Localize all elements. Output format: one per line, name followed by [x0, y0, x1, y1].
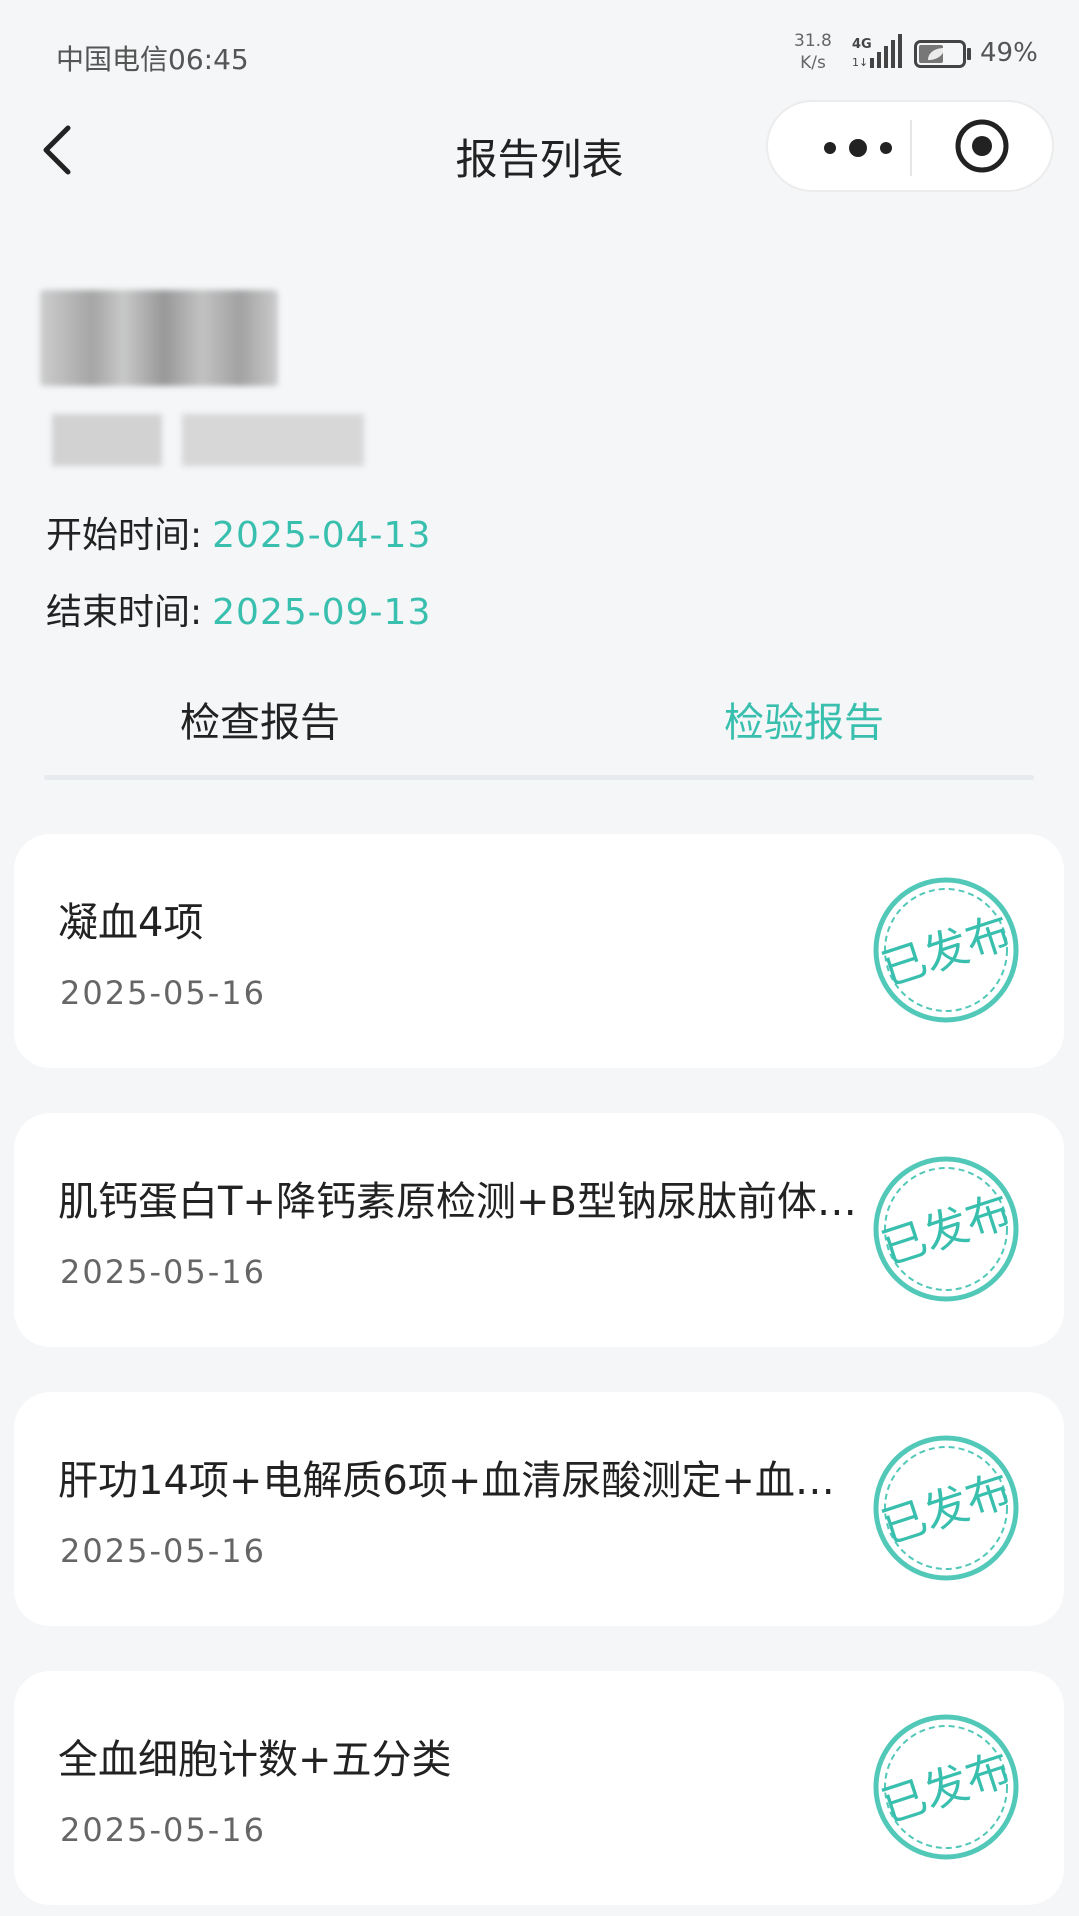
net-speed-value: 31.8: [794, 31, 832, 51]
report-name: 肌钙蛋白T+降钙素原检测+B型钠尿肽前体测定: [58, 1179, 858, 1225]
mini-program-capsule: [766, 100, 1054, 192]
network-type: 4G: [852, 37, 872, 52]
battery-percent: 49%: [980, 38, 1038, 68]
published-stamp-icon: 已发布: [873, 1435, 1019, 1581]
report-date: 2025-05-16: [60, 1532, 266, 1570]
target-icon[interactable]: [952, 116, 1012, 176]
patient-info-redacted: [28, 284, 508, 514]
status-text: 已发布: [876, 1744, 1017, 1833]
tab-lab-report[interactable]: 检验报告: [724, 690, 884, 748]
status-text: 已发布: [876, 1465, 1017, 1554]
svg-text:1↓: 1↓: [852, 56, 868, 69]
carrier-time: 中国电信06:45: [56, 43, 249, 76]
start-date-row: 开始时间: 2025-04-13: [46, 506, 431, 558]
end-date-row: 结束时间: 2025-09-13: [46, 583, 431, 635]
status-text: 已发布: [876, 907, 1017, 996]
signal-icon: 4G 1↓: [852, 34, 902, 69]
net-speed: 31.8 K/s: [794, 30, 832, 74]
report-name: 肝功14项+电解质6项+血清尿酸测定+血脂测定: [58, 1458, 858, 1504]
report-tabs: 检查报告 检验报告: [44, 680, 1034, 780]
redacted-detail: [52, 414, 162, 466]
start-date-label: 开始时间:: [46, 515, 203, 556]
report-card[interactable]: 凝血4项 2025-05-16 已发布: [14, 834, 1064, 1068]
report-name: 凝血4项: [58, 900, 204, 946]
status-bar: 中国电信06:45 31.8 K/s 4G 1↓ 49%: [0, 0, 1079, 100]
published-stamp-icon: 已发布: [873, 877, 1019, 1023]
tab-divider: [44, 775, 1034, 780]
report-date: 2025-05-16: [60, 1811, 266, 1849]
report-date: 2025-05-16: [60, 1253, 266, 1291]
nav-bar: 报告列表: [0, 96, 1079, 206]
redacted-name: [40, 290, 278, 386]
redacted-detail: [182, 414, 364, 466]
end-date-label: 结束时间:: [46, 592, 203, 633]
report-name: 全血细胞计数+五分类: [58, 1737, 452, 1783]
report-card[interactable]: 全血细胞计数+五分类 2025-05-16 已发布: [14, 1671, 1064, 1905]
report-card[interactable]: 肝功14项+电解质6项+血清尿酸测定+血脂测定 2025-05-16 已发布: [14, 1392, 1064, 1626]
start-date-value[interactable]: 2025-04-13: [212, 515, 431, 556]
report-date: 2025-05-16: [60, 974, 266, 1012]
published-stamp-icon: 已发布: [873, 1714, 1019, 1860]
published-stamp-icon: 已发布: [873, 1156, 1019, 1302]
battery-icon: [914, 40, 971, 68]
end-date-value[interactable]: 2025-09-13: [212, 592, 431, 633]
tab-exam-report[interactable]: 检查报告: [180, 690, 340, 748]
report-card[interactable]: 肌钙蛋白T+降钙素原检测+B型钠尿肽前体测定 2025-05-16 已发布: [14, 1113, 1064, 1347]
net-speed-unit: K/s: [800, 53, 826, 73]
capsule-divider: [910, 120, 912, 176]
more-dots-icon[interactable]: [808, 120, 908, 176]
status-text: 已发布: [876, 1186, 1017, 1275]
